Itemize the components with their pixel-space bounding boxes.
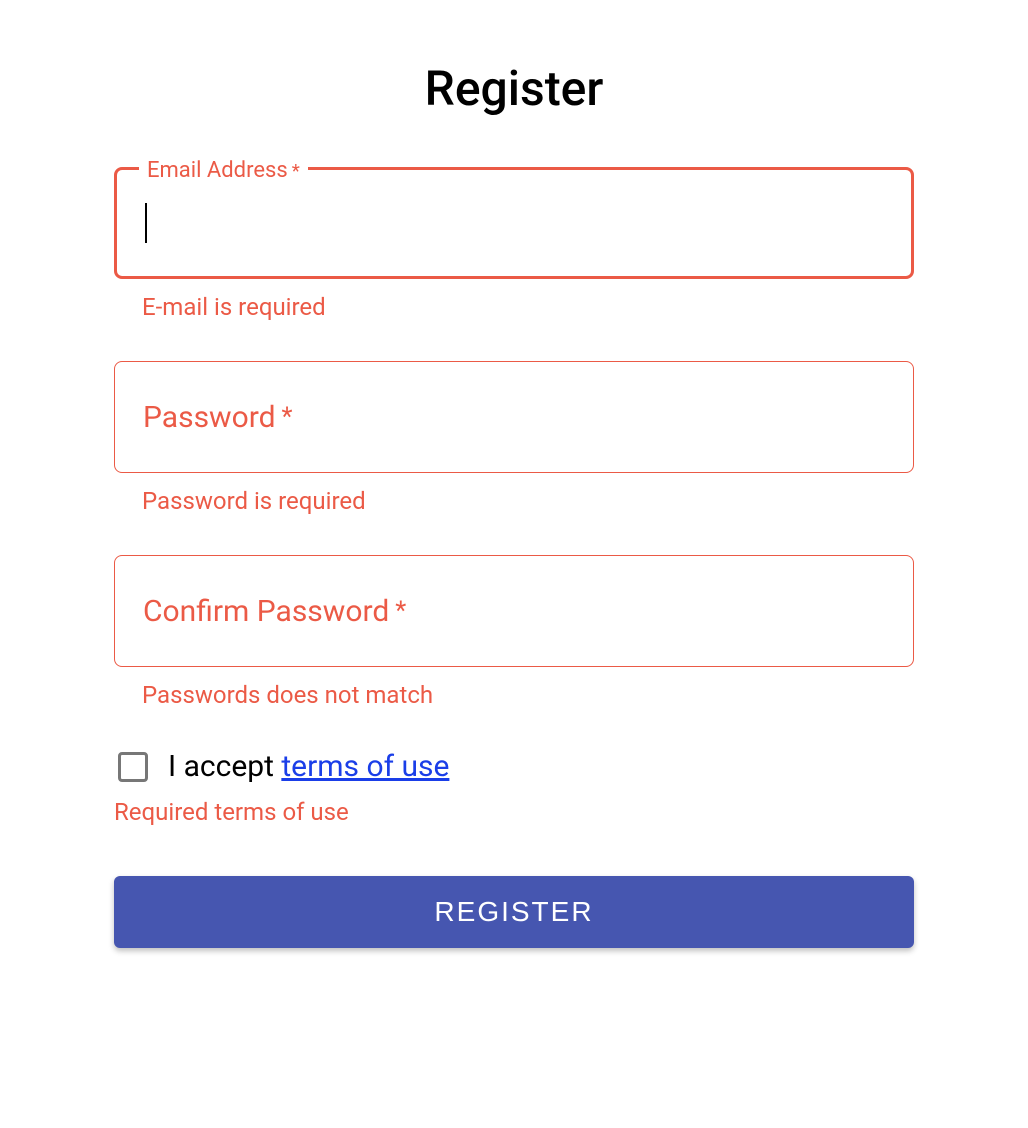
confirm-password-error: Passwords does not match xyxy=(142,681,914,709)
page-title: Register xyxy=(114,60,914,117)
email-field-wrapper[interactable]: Email Address * xyxy=(114,167,914,279)
password-field-group: Password * Password is required xyxy=(114,361,914,515)
terms-checkbox-row: I accept terms of use xyxy=(118,749,914,784)
terms-prefix-text: I accept xyxy=(168,749,281,784)
terms-label: I accept terms of use xyxy=(168,749,449,784)
register-form-container: Register Email Address * E-mail is requi… xyxy=(114,60,914,948)
email-field-group: Email Address * E-mail is required xyxy=(114,167,914,321)
email-error: E-mail is required xyxy=(142,293,914,321)
password-error: Password is required xyxy=(142,487,914,515)
confirm-password-field-group: Confirm Password * Passwords does not ma… xyxy=(114,555,914,709)
confirm-password-field-wrapper[interactable]: Confirm Password * xyxy=(114,555,914,667)
terms-error: Required terms of use xyxy=(114,798,914,826)
password-field-wrapper[interactable]: Password * xyxy=(114,361,914,473)
terms-checkbox[interactable] xyxy=(118,752,148,782)
terms-of-use-link[interactable]: terms of use xyxy=(281,749,449,784)
register-button[interactable]: REGISTER xyxy=(114,876,914,948)
